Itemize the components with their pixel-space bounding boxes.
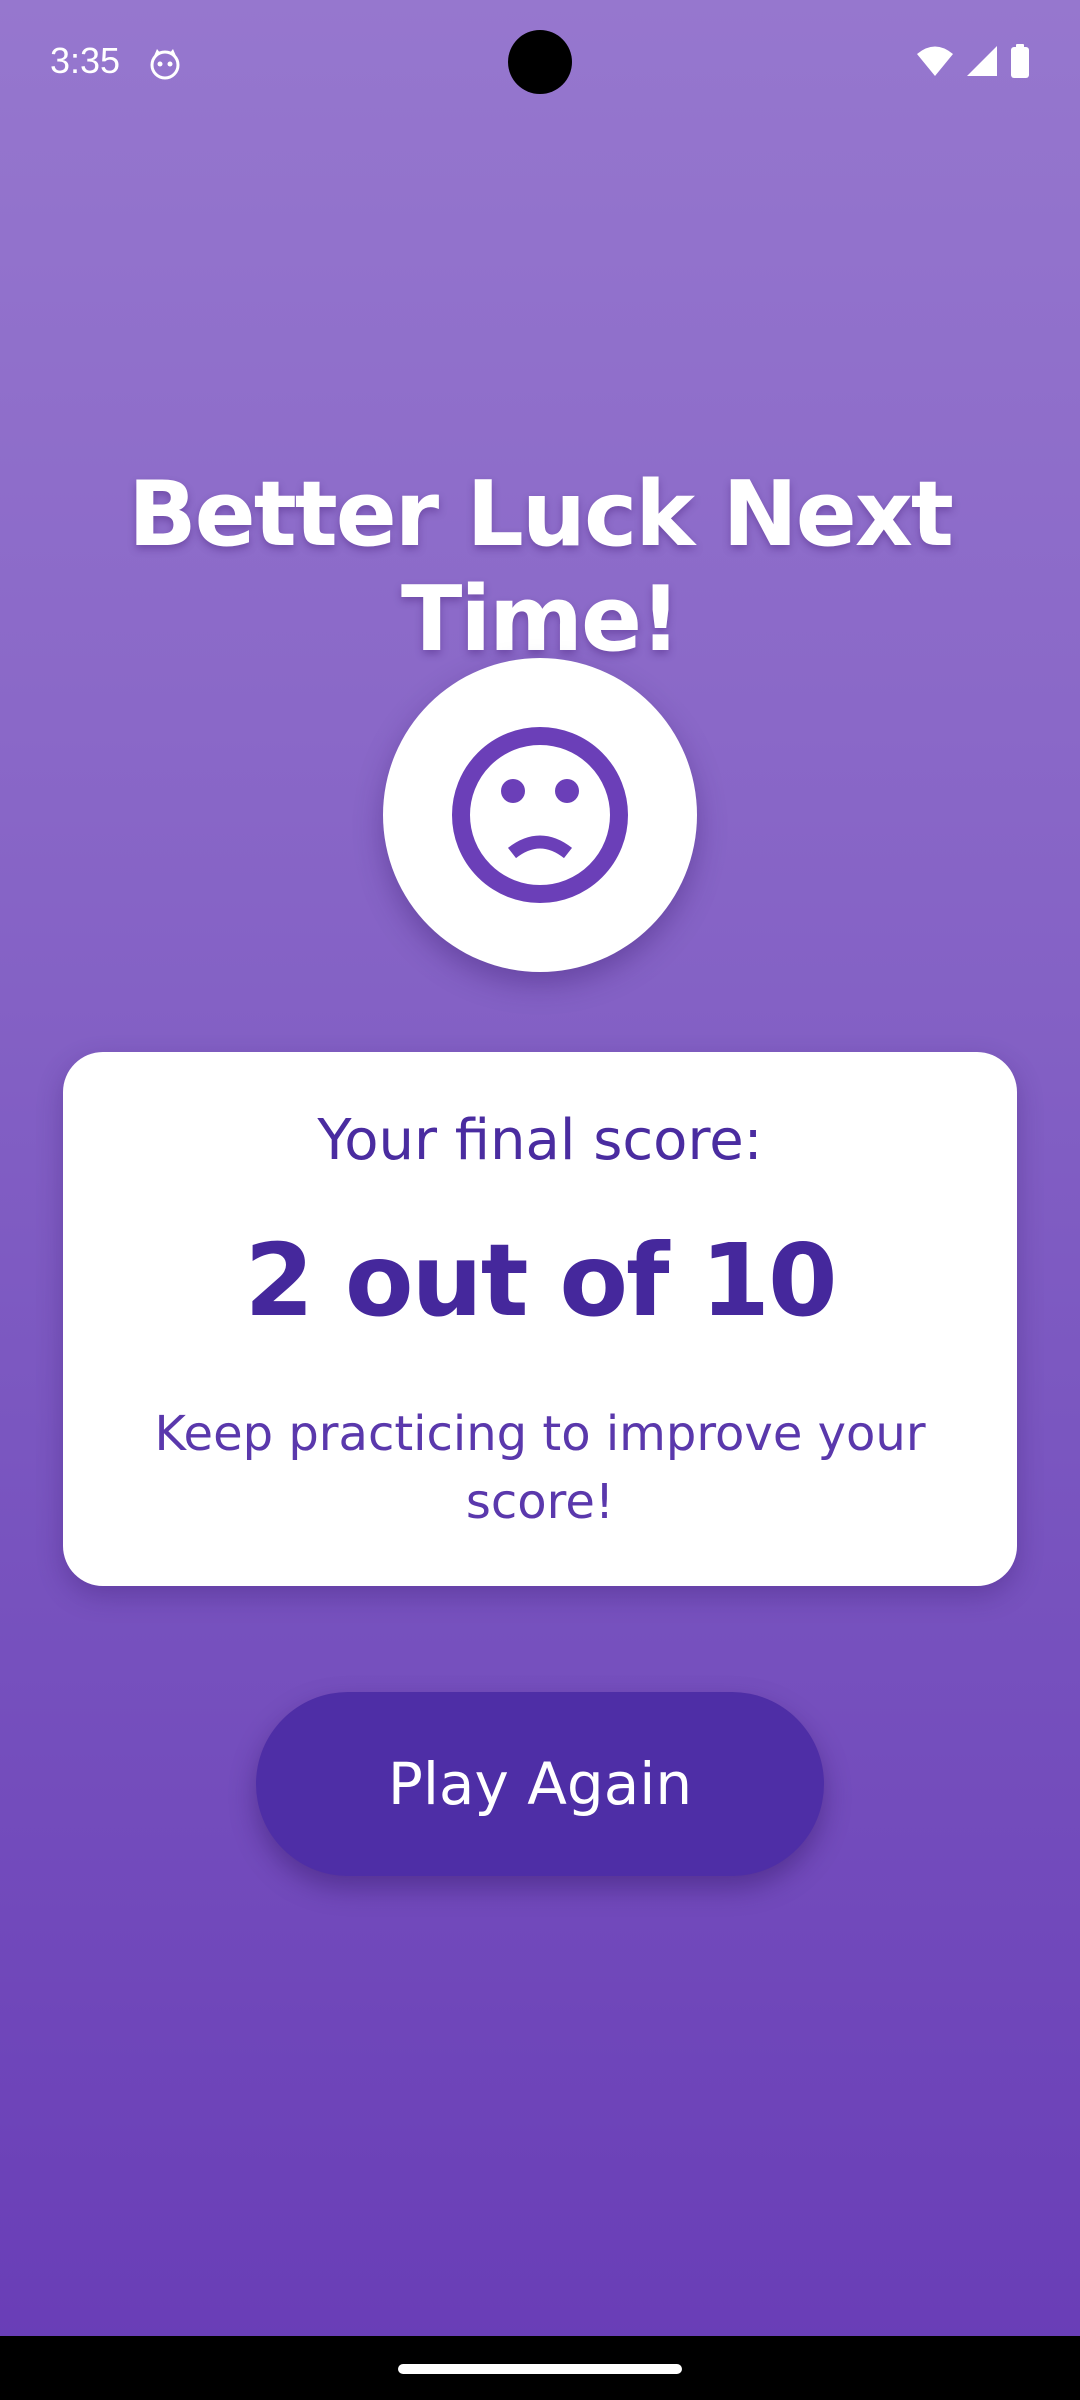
encouragement-message: Keep practicing to improve your score! (154, 1406, 926, 1530)
navigation-bar (0, 2336, 1080, 2400)
score-label: Your final score: (317, 1108, 763, 1173)
status-bar: 3:35 (0, 0, 1080, 130)
battery-icon (1010, 44, 1030, 82)
status-icons (916, 44, 1030, 82)
camera-cutout (508, 30, 572, 94)
play-again-button[interactable]: Play Again (256, 1692, 824, 1876)
home-gesture-handle[interactable] (398, 2364, 682, 2374)
cat-face-icon (148, 46, 182, 80)
status-time: 3:35 (50, 40, 121, 81)
sad-face-icon (452, 727, 628, 903)
wifi-icon (916, 45, 954, 81)
face-badge (383, 658, 697, 972)
score-card: Your final score: 2 out of 10 Keep pract… (63, 1052, 1017, 1586)
signal-icon (966, 45, 998, 81)
result-screen: 3:35 Better Luck Next Time! Your final s… (0, 0, 1080, 2400)
score-value: 2 out of 10 (244, 1222, 837, 1339)
result-title: Better Luck Next Time! (128, 462, 954, 672)
